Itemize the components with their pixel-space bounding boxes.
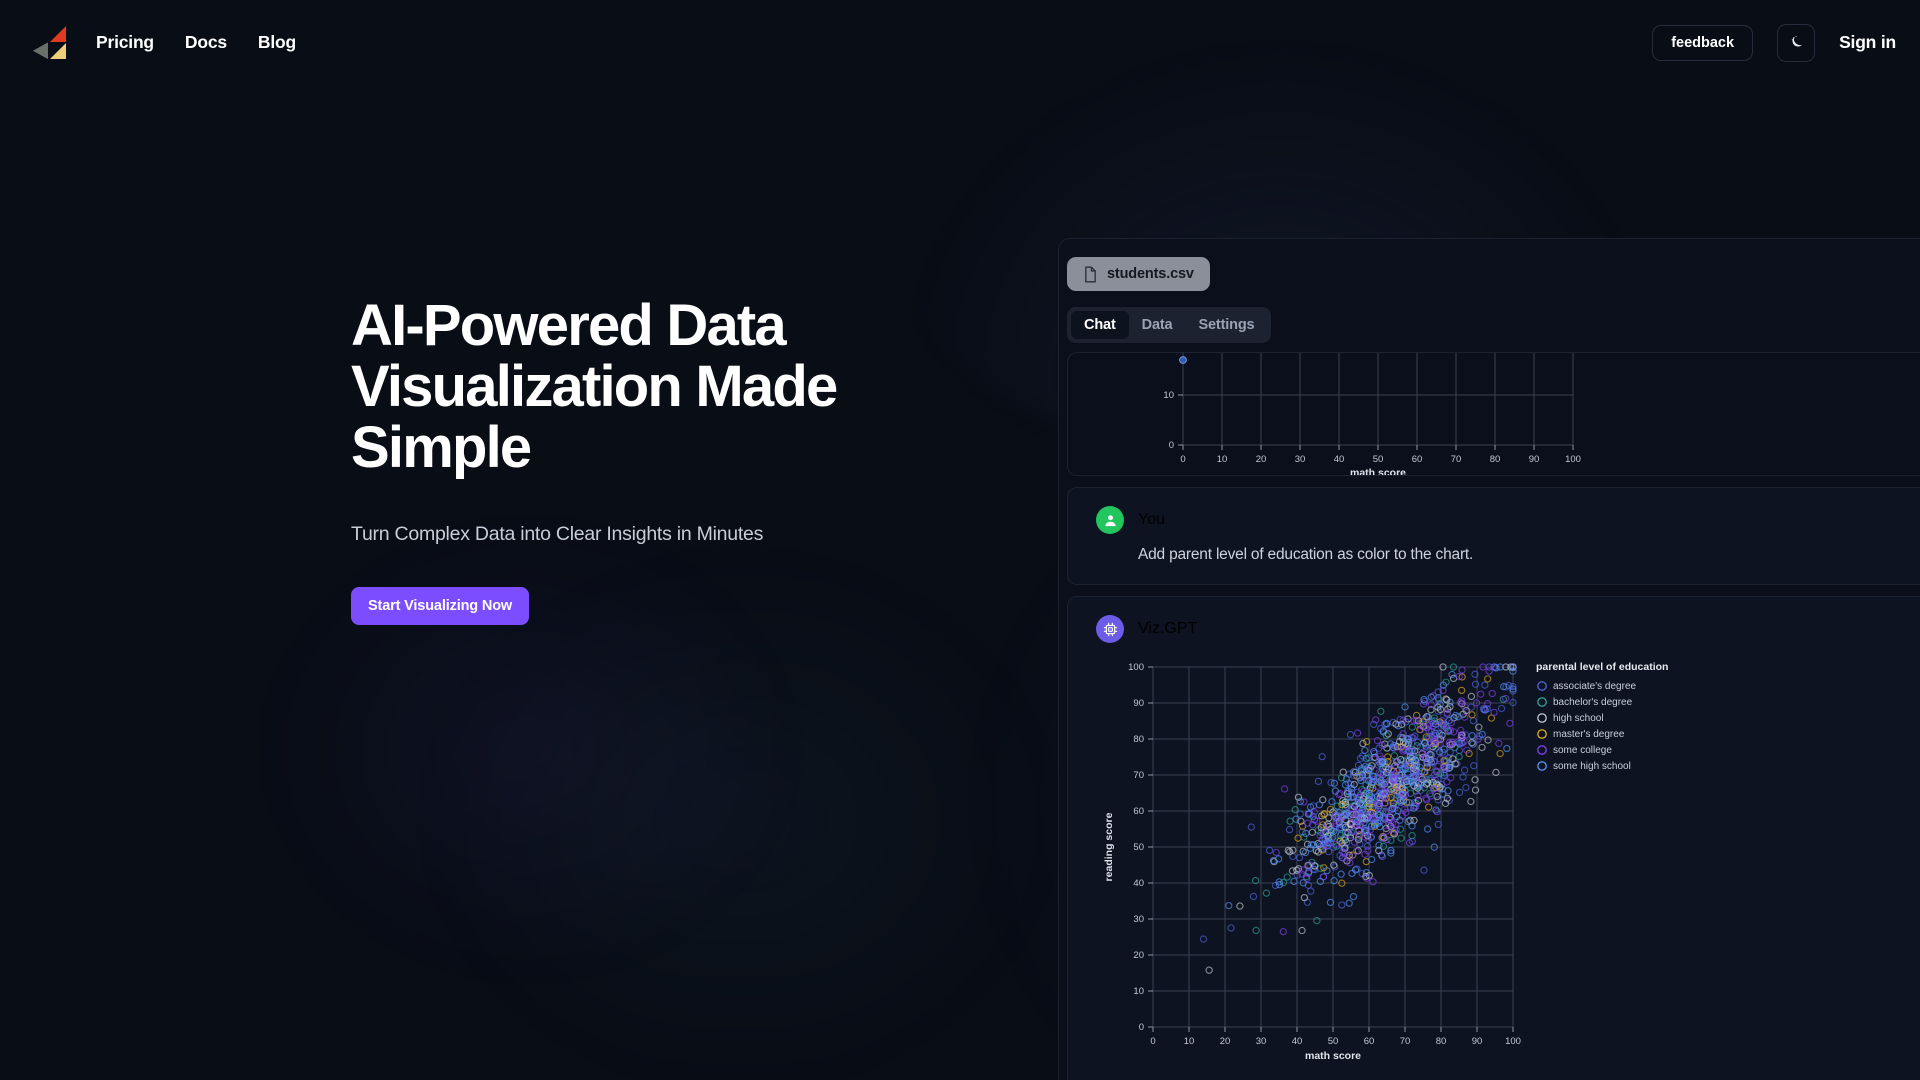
svg-text:some college: some college [1553,745,1612,756]
svg-text:10: 10 [1163,390,1174,401]
message-text-user: Add parent level of education as color t… [1138,546,1474,563]
scatter-chart-previous: 20 10 0 0 10 20 30 40 50 60 70 80 90 100… [1163,353,1581,475]
svg-text:parental level of education: parental level of education [1536,661,1668,673]
svg-text:30: 30 [1133,914,1144,925]
panel-tabs: Chat Data Settings [1067,307,1272,343]
svg-text:bachelor's degree: bachelor's degree [1553,697,1633,708]
message-author-assistant: Viz.GPT [1138,620,1198,637]
svg-text:40: 40 [1334,454,1345,465]
header-actions: feedback Sign in [1652,0,1896,85]
chart-legend: parental level of education associate's … [1536,661,1668,772]
scatter-chart-education: 100 90 80 70 60 50 40 30 20 10 0 0 10 20… [1103,661,1668,1062]
svg-text:10: 10 [1133,986,1144,997]
svg-text:50: 50 [1328,1036,1339,1047]
svg-text:90: 90 [1472,1036,1483,1047]
svg-text:0: 0 [1139,1022,1144,1033]
file-chip-name: students.csv [1107,266,1194,282]
file-chip[interactable]: students.csv [1067,257,1210,291]
svg-text:10: 10 [1184,1036,1195,1047]
svg-text:30: 30 [1295,454,1306,465]
tab-data[interactable]: Data [1129,311,1186,339]
chart-colored-by-education: 100 90 80 70 60 50 40 30 20 10 0 0 10 20… [1068,643,1920,1080]
page-title: AI-Powered Data Visualization Made Simpl… [351,293,838,481]
nav-item-pricing[interactable]: Pricing [96,32,154,53]
message-card-user: You Add parent level of education as col… [1067,487,1920,585]
svg-text:10: 10 [1217,454,1228,465]
svg-text:100: 100 [1565,454,1581,465]
svg-text:20: 20 [1256,454,1267,465]
background-glow-teal [430,560,1050,1080]
theme-toggle-button[interactable] [1777,23,1816,62]
svg-text:reading score: reading score [1103,812,1115,881]
tab-settings[interactable]: Settings [1185,311,1267,339]
feedback-button[interactable]: feedback [1652,24,1754,61]
avatar-user [1096,506,1124,534]
avatar-assistant [1096,615,1124,643]
svg-text:70: 70 [1133,770,1144,781]
svg-text:50: 50 [1133,842,1144,853]
chart-previous-cropped: 20 10 0 0 10 20 30 40 50 60 70 80 90 100… [1068,353,1920,475]
svg-text:associate's degree: associate's degree [1553,681,1637,692]
svg-text:0: 0 [1150,1036,1155,1047]
svg-text:20: 20 [1220,1036,1231,1047]
svg-text:60: 60 [1412,454,1423,465]
svg-text:master's degree: master's degree [1553,729,1625,740]
chip-icon [1103,622,1117,636]
svg-text:20: 20 [1133,950,1144,961]
svg-text:math score: math score [1350,467,1406,475]
svg-text:70: 70 [1451,454,1462,465]
svg-text:100: 100 [1505,1036,1521,1047]
message-card-previous-chart: 20 10 0 0 10 20 30 40 50 60 70 80 90 100… [1067,352,1920,476]
svg-text:80: 80 [1490,454,1501,465]
svg-text:high school: high school [1553,713,1604,724]
file-icon [1085,266,1096,282]
logo-link[interactable] [22,16,72,66]
svg-text:0: 0 [1180,454,1185,465]
svg-text:80: 80 [1436,1036,1447,1047]
svg-text:60: 60 [1133,806,1144,817]
primary-nav: Pricing Docs Blog [96,0,296,85]
page-root: Pricing Docs Blog feedback Sign in AI-Po… [0,0,1920,1080]
svg-text:60: 60 [1364,1036,1375,1047]
site-header: Pricing Docs Blog feedback Sign in [0,0,1920,85]
svg-text:some high school: some high school [1553,761,1631,772]
person-icon [1104,514,1116,526]
svg-text:40: 40 [1292,1036,1303,1047]
tab-chat[interactable]: Chat [1071,311,1129,339]
start-visualizing-button[interactable]: Start Visualizing Now [351,586,530,625]
svg-text:math score: math score [1305,1050,1361,1062]
message-card-assistant: Viz.GPT 100 90 80 70 60 50 40 30 20 10 0… [1067,596,1920,1080]
svg-text:30: 30 [1256,1036,1267,1047]
svg-text:90: 90 [1133,698,1144,709]
hero-subtitle: Turn Complex Data into Clear Insights in… [351,522,764,545]
viz-gpt-logo-icon [33,26,66,59]
message-header-assistant: Viz.GPT [1068,597,1920,643]
message-author-user: You [1138,511,1165,528]
svg-text:80: 80 [1133,734,1144,745]
svg-text:100: 100 [1128,662,1144,673]
app-panel: students.csv Chat Data Settings 20 10 0 … [1058,238,1920,1080]
message-header-user: You [1068,488,1920,534]
moon-icon [1791,35,1803,47]
sign-in-link[interactable]: Sign in [1839,32,1896,53]
nav-item-blog[interactable]: Blog [258,32,296,53]
svg-text:0: 0 [1169,440,1174,451]
svg-text:50: 50 [1373,454,1384,465]
svg-text:40: 40 [1133,878,1144,889]
nav-item-docs[interactable]: Docs [185,32,227,53]
svg-text:70: 70 [1400,1036,1411,1047]
chat-feed[interactable]: 20 10 0 0 10 20 30 40 50 60 70 80 90 100… [1067,352,1920,1080]
svg-text:90: 90 [1529,454,1540,465]
hero-section: AI-Powered Data Visualization Made Simpl… [351,295,971,625]
